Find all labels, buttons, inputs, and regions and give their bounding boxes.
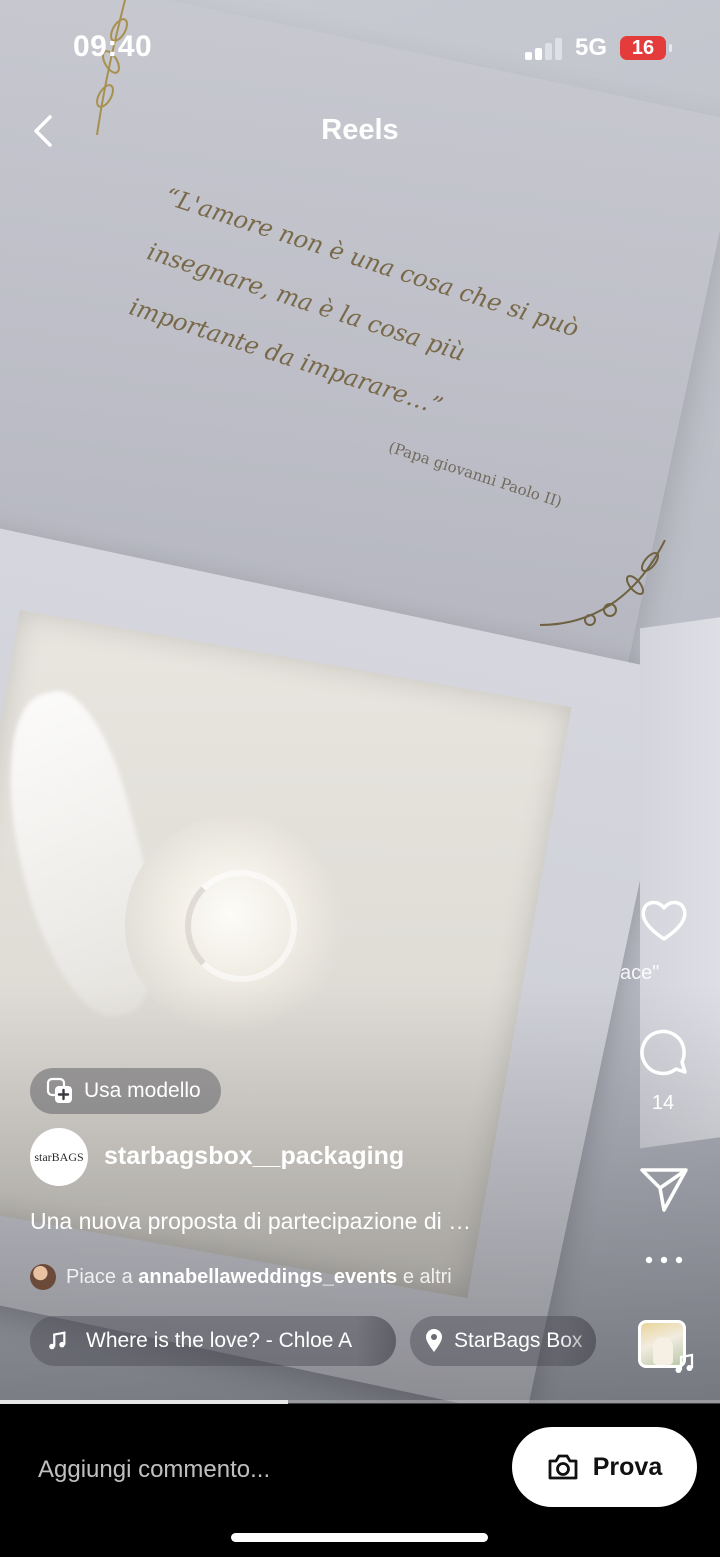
- template-add-icon: [46, 1077, 72, 1103]
- audio-track-name: Where is the love? - Chloe A: [86, 1329, 353, 1352]
- prova-button[interactable]: Prova: [512, 1427, 697, 1507]
- likes-suffix: e altri: [402, 1265, 452, 1288]
- status-bar: 09:40 5G 16: [0, 0, 720, 96]
- post-caption[interactable]: Una nuova proposta di partecipazione di …: [30, 1208, 471, 1235]
- comment-count[interactable]: 14: [630, 1092, 696, 1115]
- avatar-text: starBAGS: [34, 1149, 84, 1164]
- like-label[interactable]: ace": [620, 962, 680, 985]
- cellular-signal-icon: [525, 38, 563, 60]
- bottom-bar: Prova: [0, 1404, 720, 1557]
- location-name: StarBags Box: [454, 1329, 583, 1352]
- battery-indicator: 16: [620, 36, 672, 60]
- network-type: 5G: [575, 34, 608, 61]
- comment-input[interactable]: [24, 1446, 484, 1494]
- heart-icon[interactable]: [636, 893, 692, 949]
- page-title: Reels: [321, 114, 399, 146]
- music-note-icon: [675, 1353, 694, 1373]
- home-indicator: [231, 1533, 488, 1542]
- reel-video[interactable]: “L'amore non è una cosa che si può inseg…: [0, 0, 720, 1403]
- liker-avatar: [30, 1264, 56, 1290]
- comment-bubble-icon[interactable]: [636, 1024, 692, 1080]
- audio-track-pill[interactable]: Where is the love? - Chloe A: [30, 1316, 396, 1366]
- leaf-ornament-icon: [540, 540, 666, 626]
- likes-summary[interactable]: Piace a annabellaweddings_events e altri: [30, 1264, 452, 1290]
- music-note-icon: [49, 1331, 66, 1350]
- likes-prefix: Piace a: [66, 1265, 133, 1288]
- use-template-button[interactable]: Usa modello: [30, 1068, 221, 1114]
- avatar[interactable]: starBAGS: [30, 1128, 88, 1186]
- paper-plane-icon[interactable]: [636, 1160, 692, 1216]
- more-horizontal-icon[interactable]: [644, 1250, 684, 1270]
- location-pin-icon: [426, 1329, 442, 1352]
- status-time: 09:40: [73, 30, 153, 63]
- location-pill[interactable]: StarBags Box: [410, 1316, 596, 1366]
- username[interactable]: starbagsbox__packaging: [104, 1142, 404, 1171]
- prova-label: Prova: [592, 1452, 663, 1481]
- camera-icon: [548, 1454, 578, 1480]
- use-template-label: Usa modello: [84, 1079, 201, 1102]
- likes-user[interactable]: annabellaweddings_events: [138, 1266, 397, 1288]
